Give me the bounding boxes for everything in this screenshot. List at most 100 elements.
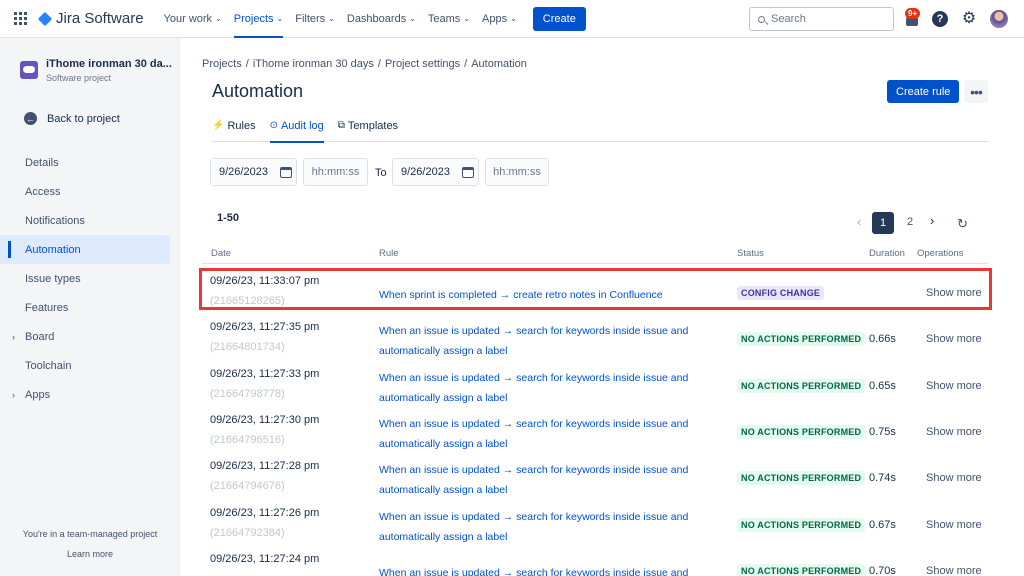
user-avatar[interactable] — [990, 10, 1008, 28]
sidebar-item-apps[interactable]: › Apps — [0, 380, 170, 409]
log-date: 09/26/23, 11:27:26 pm — [210, 506, 320, 519]
table-row: 09/26/23, 11:27:30 pm (21664796516) When a… — [202, 407, 988, 453]
from-date-value: 9/26/2023 — [219, 166, 268, 178]
show-more-link[interactable]: Show more — [926, 472, 982, 484]
rule-line: automatically assign a label — [379, 437, 508, 450]
highlight-box — [199, 268, 992, 310]
search-placeholder: Search — [771, 13, 806, 25]
page-1-button[interactable]: 1 — [872, 212, 894, 234]
project-header[interactable]: iThome ironman 30 da... Software project — [20, 58, 172, 83]
breadcrumb-item[interactable]: Projects — [202, 58, 242, 70]
app-switcher-icon[interactable] — [14, 11, 28, 26]
nav-your-work[interactable]: Your work ⌄ — [164, 0, 222, 38]
rule-link[interactable]: When an issue is updated → search for ke… — [379, 563, 709, 576]
sidebar: iThome ironman 30 da... Software project… — [0, 38, 180, 576]
from-date-picker[interactable]: 9/26/2023 — [210, 158, 297, 186]
sidebar-item-issue-types[interactable]: Issue types — [0, 264, 170, 293]
rule-link[interactable]: When an issue is updated → search for ke… — [379, 460, 709, 500]
create-button[interactable]: Create — [532, 6, 586, 31]
column-header-operations: Operations — [917, 248, 964, 259]
jira-logo[interactable]: Jira Software — [37, 10, 144, 27]
lightning-icon: ⚡ — [212, 120, 225, 131]
breadcrumb: Projects / iThome ironman 30 days / Project … — [202, 58, 531, 70]
log-id: (21664801734) — [210, 341, 285, 354]
back-to-project-link[interactable]: ← Back to project — [24, 112, 120, 125]
sidebar-item-label: Features — [25, 301, 69, 314]
status-badge: NO ACTIONS PERFORMED — [737, 471, 866, 486]
nav-teams[interactable]: Teams ⌄ — [428, 0, 470, 38]
nav-label: Dashboards — [346, 12, 407, 25]
show-more-link[interactable]: Show more — [926, 333, 982, 345]
to-time-input[interactable]: hh:mm:ss — [485, 158, 549, 186]
sidebar-item-features[interactable]: Features — [0, 293, 170, 322]
show-more-link[interactable]: Show more — [926, 426, 982, 438]
tab-label: Rules — [227, 120, 256, 132]
show-more-link[interactable]: Show more — [926, 565, 982, 576]
sidebar-item-automation[interactable]: Automation — [0, 235, 170, 264]
rule-line: automatically assign a label — [379, 530, 508, 543]
next-page-button[interactable]: › — [930, 213, 934, 228]
nav-items: Your work ⌄ Projects ⌄ Filters ⌄ Dashboards ⌄ Te… — [164, 0, 529, 38]
tab-audit-log[interactable]: ⊙ Audit log — [269, 120, 324, 143]
learn-more-link[interactable]: Learn more — [0, 549, 180, 559]
rule-line: When an issue is updated → search for ke… — [379, 510, 689, 523]
to-date-picker[interactable]: 9/26/2023 — [392, 158, 479, 186]
sidebar-item-label: Automation — [25, 243, 81, 256]
page-2-button[interactable]: 2 — [907, 216, 913, 228]
breadcrumb-separator: / — [464, 58, 468, 70]
sidebar-item-label: Details — [25, 156, 59, 169]
notifications-button[interactable]: 9+ — [902, 8, 922, 30]
breadcrumb-item[interactable]: Project settings — [385, 58, 460, 70]
rule-line: When an issue is updated → search for ke… — [379, 566, 689, 576]
header-divider — [202, 263, 988, 264]
jira-diamond-icon — [37, 11, 53, 26]
chevron-down-icon: ⌄ — [215, 14, 222, 23]
nav-projects[interactable]: Projects ⌄ — [233, 0, 284, 38]
duration-value: 0.66s — [869, 333, 896, 346]
rule-link[interactable]: When an issue is updated → search for ke… — [379, 321, 709, 361]
rule-line: When an issue is updated → search for ke… — [379, 325, 689, 338]
rule-link[interactable]: When an issue is updated → search for ke… — [379, 507, 709, 547]
rule-line: automatically assign a label — [379, 484, 508, 497]
prev-page-button[interactable]: ‹ — [857, 214, 861, 229]
show-more-link[interactable]: Show more — [926, 380, 982, 392]
status-badge: NO ACTIONS PERFORMED — [737, 563, 866, 576]
rule-link[interactable]: When an issue is updated → search for ke… — [379, 414, 709, 454]
search-input[interactable]: Search — [749, 7, 894, 31]
show-more-link[interactable]: Show more — [926, 519, 982, 531]
help-icon[interactable]: ? — [932, 11, 948, 27]
copy-icon: ⧉ — [337, 120, 345, 131]
log-date: 09/26/23, 11:27:33 pm — [210, 367, 320, 380]
nav-apps[interactable]: Apps ⌄ — [482, 0, 517, 38]
duration-value: 0.70s — [869, 564, 896, 576]
create-rule-button[interactable]: Create rule — [887, 80, 960, 103]
notification-badge: 9+ — [905, 8, 921, 19]
sidebar-item-access[interactable]: Access — [0, 177, 170, 206]
project-avatar-icon — [20, 61, 38, 79]
sidebar-item-board[interactable]: › Board — [0, 322, 170, 351]
refresh-icon[interactable]: ↻ — [957, 216, 968, 232]
sidebar-item-details[interactable]: Details — [0, 148, 170, 177]
rule-link[interactable]: When an issue is updated → search for ke… — [379, 368, 709, 408]
status-badge: NO ACTIONS PERFORMED — [737, 332, 866, 347]
page-title: Automation — [212, 81, 304, 101]
sidebar-item-notifications[interactable]: Notifications — [0, 206, 170, 235]
from-time-input[interactable]: hh:mm:ss — [303, 158, 368, 186]
tab-templates[interactable]: ⧉ Templates — [338, 120, 398, 142]
nav-dashboards[interactable]: Dashboards ⌄ — [347, 0, 416, 38]
column-header-rule: Rule — [379, 248, 399, 259]
chevron-down-icon: ⌄ — [463, 14, 471, 23]
more-actions-button[interactable]: ••• — [964, 80, 988, 103]
tab-rules[interactable]: ⚡ Rules — [212, 120, 256, 142]
sidebar-item-toolchain[interactable]: Toolchain — [0, 351, 170, 380]
log-id: (21664794676) — [210, 480, 285, 493]
rule-line: When an issue is updated → search for ke… — [379, 371, 689, 384]
nav-filters[interactable]: Filters ⌄ — [295, 0, 335, 38]
settings-gear-icon[interactable]: ⚙ — [960, 10, 978, 28]
duration-value: 0.75s — [869, 425, 896, 438]
nav-label: Teams — [427, 12, 461, 25]
breadcrumb-item[interactable]: Automation — [471, 58, 527, 70]
nav-label: Filters — [295, 12, 326, 25]
tabs: ⚡ Rules ⊙ Audit log ⧉ Templates — [212, 120, 989, 143]
breadcrumb-item[interactable]: iThome ironman 30 days — [253, 58, 374, 70]
